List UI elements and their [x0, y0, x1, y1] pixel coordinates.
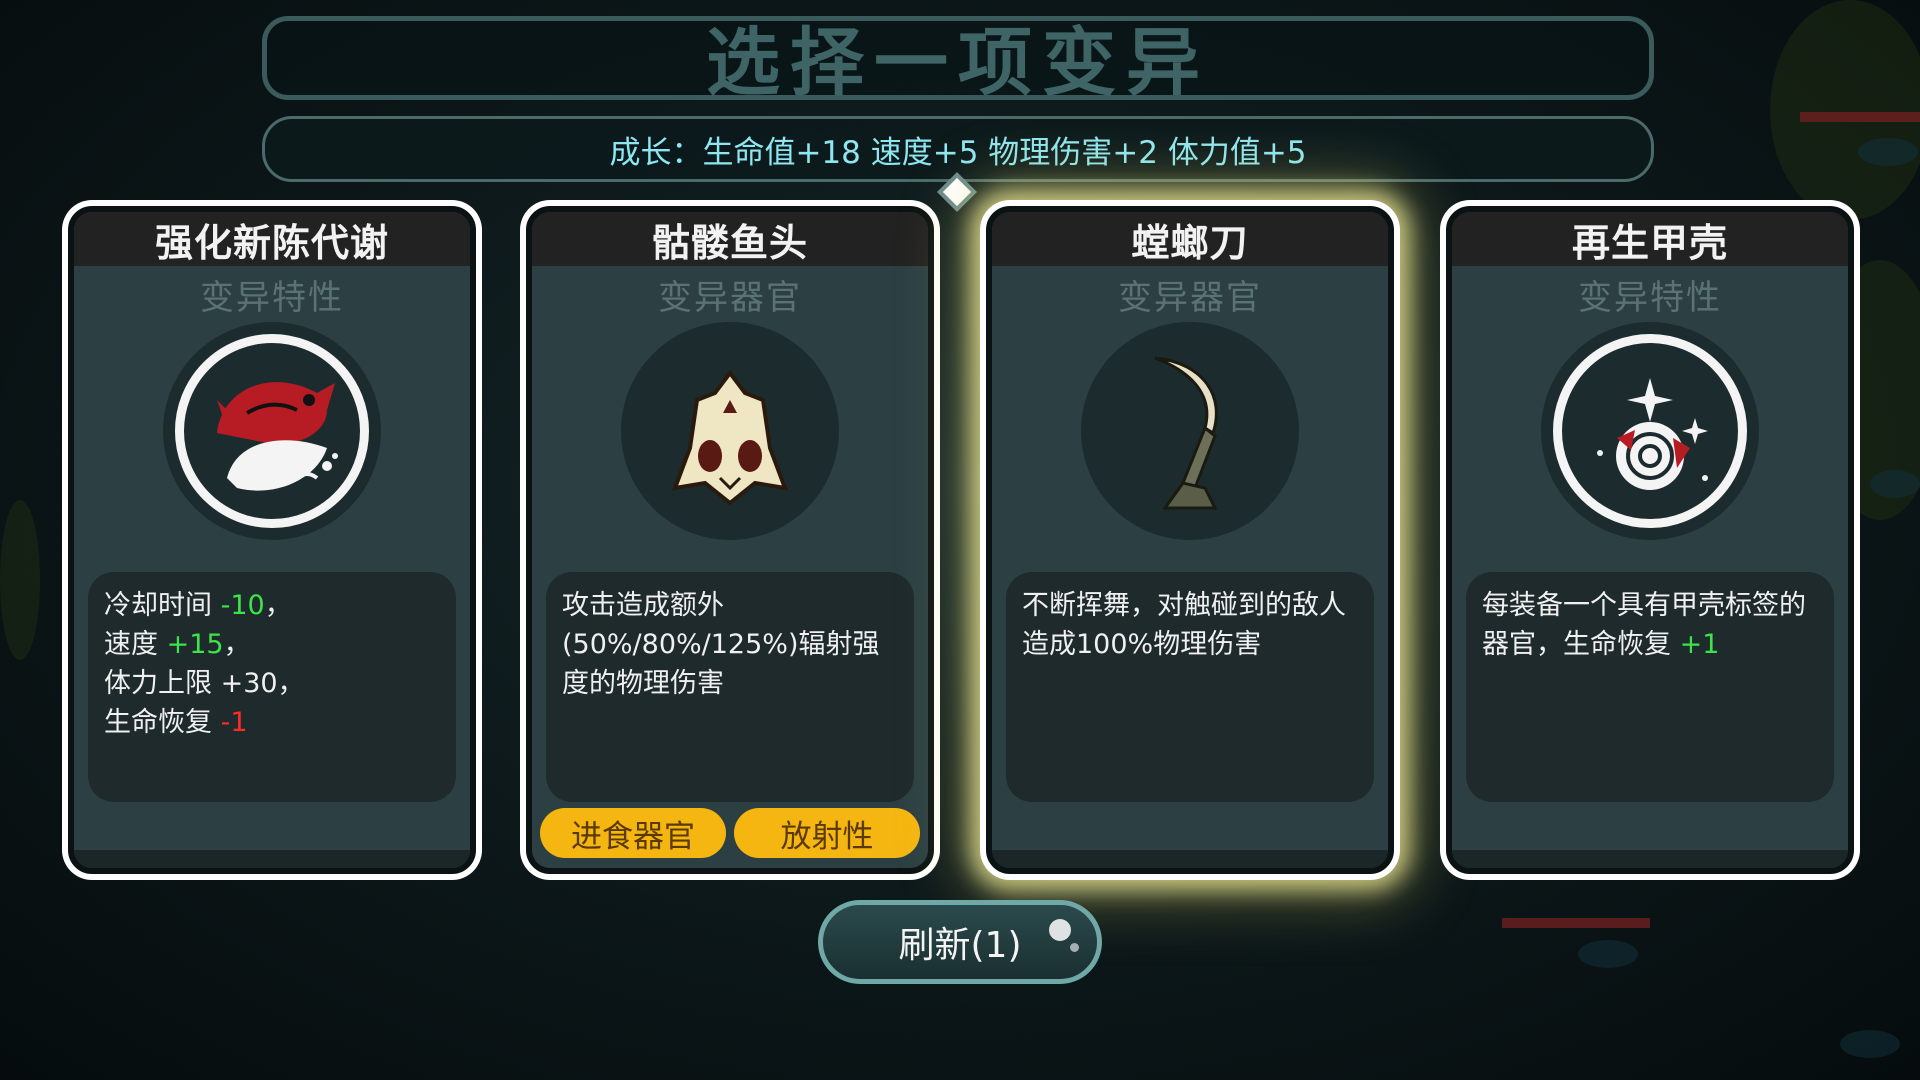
growth-stats: 生命值+18 速度+5 物理伤害+2 体力值+5 [702, 134, 1307, 171]
card-type: 变异特性 [1578, 278, 1722, 318]
metabolism-fish-icon [217, 382, 338, 491]
card-header: 螳螂刀 [992, 212, 1388, 266]
card-description: 攻击造成额外(50%/80%/125%)辐射强度的物理伤害 [546, 572, 914, 802]
card-type: 变异器官 [1118, 278, 1262, 318]
mantis-blade-icon [1154, 356, 1218, 510]
mutation-card-metabolism[interactable]: 强化新陈代谢 变异特性 冷却时间 -10， 速度 +15， 体力上限 +30， … [62, 200, 482, 880]
bubble-icon [1049, 919, 1071, 941]
card-type: 变异特性 [200, 278, 344, 318]
growth-text: 成长：生命值+18 速度+5 物理伤害+2 体力值+5 [609, 127, 1306, 172]
tag-feeding-organ: 进食器官 [540, 808, 726, 858]
desc-line: 速度 +15， [104, 629, 251, 660]
card-name: 强化新陈代谢 [154, 220, 389, 265]
title-frame: 选择一项变异 [262, 16, 1654, 106]
card-body: 强化新陈代谢 变异特性 冷却时间 -10， 速度 +15， 体力上限 +30， … [68, 206, 476, 874]
card-header: 再生甲壳 [1452, 212, 1848, 266]
tag-radioactive: 放射性 [734, 808, 920, 858]
page-title: 选择一项变异 [706, 19, 1210, 106]
bubble-small-icon [1070, 943, 1079, 952]
card-body: 再生甲壳 变异特性 每装备一个具有甲壳标签的器官，生命恢复 +1 [1446, 206, 1854, 874]
mutation-card-fish-skull[interactable]: 骷髅鱼头 变异器官 攻击造成额外(50%/80%/125%)辐射强度的物理伤害 … [520, 200, 940, 880]
desc-line: 体力上限 +30， [104, 668, 305, 699]
card-header: 强化新陈代谢 [74, 212, 470, 266]
desc-line: 冷却时间 -10， [104, 590, 292, 621]
card-description: 冷却时间 -10， 速度 +15， 体力上限 +30， 生命恢复 -1 [88, 572, 456, 802]
mutation-card-regen-shell[interactable]: 再生甲壳 变异特性 每装备一个具有甲壳标签的器官，生命恢复 +1 [1440, 200, 1860, 880]
tag-row: 进食器官 放射性 [540, 808, 920, 858]
mutation-card-mantis-blade[interactable]: 螳螂刀 变异器官 不断挥舞，对触碰到的敌人造成100%物理伤害 [980, 200, 1400, 880]
card-name: 再生甲壳 [1571, 220, 1728, 265]
growth-banner: 成长：生命值+18 速度+5 物理伤害+2 体力值+5 [262, 116, 1654, 182]
card-body: 骷髅鱼头 变异器官 攻击造成额外(50%/80%/125%)辐射强度的物理伤害 … [526, 206, 934, 874]
regen-shell-icon [1597, 378, 1708, 490]
growth-label: 成长： [609, 134, 703, 171]
fish-skull-icon [671, 369, 789, 506]
refresh-button-label: 刷新(1) [898, 925, 1022, 966]
card-description: 每装备一个具有甲壳标签的器官，生命恢复 +1 [1466, 572, 1834, 802]
refresh-button[interactable]: 刷新(1) [818, 900, 1102, 984]
card-type: 变异器官 [658, 278, 802, 318]
card-header: 骷髅鱼头 [532, 212, 928, 266]
card-body: 螳螂刀 变异器官 不断挥舞，对触碰到的敌人造成100%物理伤害 [986, 206, 1394, 874]
card-name: 骷髅鱼头 [651, 220, 808, 265]
card-description: 不断挥舞，对触碰到的敌人造成100%物理伤害 [1006, 572, 1374, 802]
desc-line: 生命恢复 -1 [104, 707, 248, 738]
card-name: 螳螂刀 [1131, 220, 1249, 265]
